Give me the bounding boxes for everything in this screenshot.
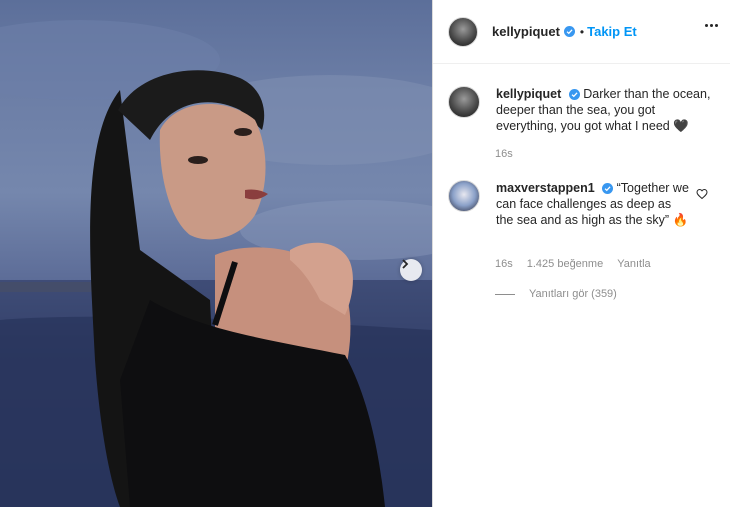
post-side-panel: kellypiquet • Takip Et kellypiquet Darke… — [432, 0, 730, 507]
comment-likes[interactable]: 1.425 beğenme — [527, 258, 603, 270]
heart-icon[interactable] — [696, 187, 708, 205]
post-photo[interactable] — [0, 0, 432, 507]
more-options-icon[interactable] — [705, 24, 718, 27]
commenter-avatar[interactable] — [448, 180, 480, 212]
verified-badge-icon — [602, 183, 614, 195]
separator-dot: • — [579, 24, 585, 39]
reply-button[interactable]: Yanıtla — [617, 258, 650, 270]
chevron-right-icon — [402, 259, 409, 269]
comment-username[interactable]: maxverstappen1 — [496, 181, 595, 195]
author-avatar[interactable] — [448, 16, 478, 47]
instagram-post-view: kellypiquet • Takip Et kellypiquet Darke… — [0, 0, 730, 507]
replies-divider — [495, 293, 515, 295]
next-photo-button[interactable] — [400, 259, 422, 281]
follow-button[interactable]: Takip Et — [587, 24, 637, 39]
photo-illustration — [0, 20, 432, 507]
comment-item: maxverstappen1 “Together we can face cha… — [448, 180, 690, 228]
comment-meta: 16s 1.425 beğenme Yanıtla — [495, 258, 651, 270]
caption: kellypiquet Darker than the ocean, deepe… — [448, 86, 718, 134]
caption-meta: 16s — [495, 148, 513, 160]
caption-avatar[interactable] — [448, 86, 480, 118]
author-username[interactable]: kellypiquet — [492, 24, 560, 39]
verified-badge-icon — [568, 89, 580, 101]
caption-text-block: kellypiquet Darker than the ocean, deepe… — [496, 86, 718, 134]
view-replies-label: Yanıtları gör (359) — [529, 288, 617, 300]
post-header: kellypiquet • Takip Et — [433, 0, 730, 64]
verified-badge-icon — [563, 26, 575, 37]
view-replies-button[interactable]: Yanıtları gör (359) — [495, 288, 617, 300]
comment-text-block: maxverstappen1 “Together we can face cha… — [496, 180, 690, 228]
comment-time[interactable]: 16s — [495, 258, 513, 270]
caption-time[interactable]: 16s — [495, 148, 513, 160]
caption-username[interactable]: kellypiquet — [496, 87, 561, 101]
